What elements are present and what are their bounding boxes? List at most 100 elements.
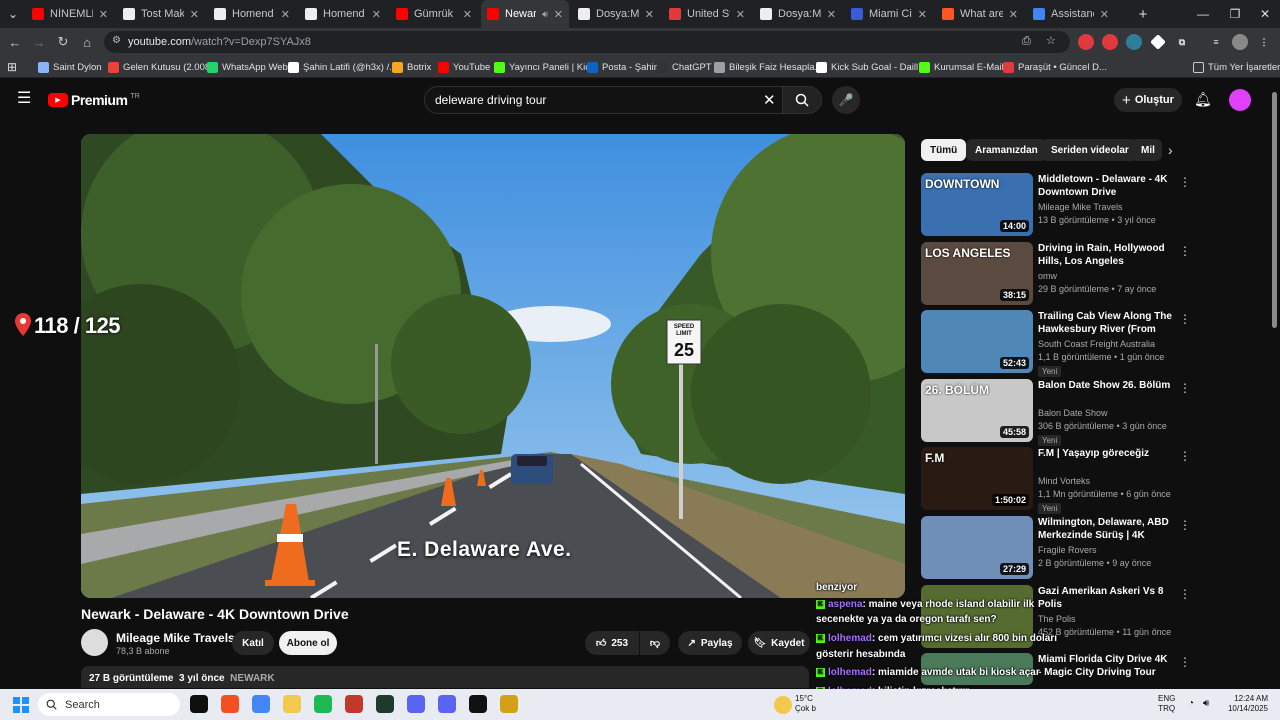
- tab-close-icon[interactable]: ✕: [190, 8, 199, 21]
- taskbar-app-icon[interactable]: [376, 695, 394, 713]
- all-bookmarks-folder[interactable]: Tüm Yer İşaretleri: [1193, 59, 1280, 75]
- tab-close-icon[interactable]: ✕: [463, 8, 472, 21]
- taskbar-app-icon[interactable]: [500, 695, 518, 713]
- voice-search-button[interactable]: 🎤: [832, 86, 860, 114]
- tab-close-icon[interactable]: ✕: [281, 8, 290, 21]
- tab-close-icon[interactable]: ✕: [372, 8, 381, 21]
- video-thumbnail[interactable]: LOS ANGELES 38:15: [921, 241, 1033, 305]
- dislike-button[interactable]: 👎︎: [640, 631, 670, 655]
- bookmark-item[interactable]: ChatGPT: [657, 59, 712, 75]
- taskbar-app-icon[interactable]: [469, 695, 487, 713]
- video-thumbnail[interactable]: DOWNTOWN 14:00: [921, 173, 1033, 236]
- browser-tab[interactable]: Homend Toa ✕: [208, 0, 296, 28]
- video-thumbnail[interactable]: F.M 1:50:02: [921, 447, 1033, 511]
- bookmark-item[interactable]: WhatsApp Web: [207, 59, 288, 75]
- youtube-logo[interactable]: ▶ Premium TR: [48, 92, 140, 108]
- more-options-icon[interactable]: ⋮: [1179, 518, 1191, 532]
- taskbar-app-icon[interactable]: [283, 695, 301, 713]
- more-options-icon[interactable]: ⋮: [1179, 655, 1191, 669]
- filter-chip[interactable]: Mil: [1132, 139, 1162, 161]
- channel-avatar[interactable]: [81, 629, 108, 656]
- bookmark-item[interactable]: Posta - Şahin: [587, 59, 659, 75]
- bookmark-item[interactable]: Yayıncı Paneli | Kick: [494, 59, 595, 75]
- bookmark-item[interactable]: Bileşik Faiz Hesapla...: [714, 59, 822, 75]
- search-input[interactable]: deleware driving tour ✕: [424, 86, 784, 114]
- home-icon[interactable]: ⌂: [78, 33, 96, 51]
- tab-close-icon[interactable]: ✕: [99, 8, 108, 21]
- taskbar-app-icon[interactable]: [438, 695, 456, 713]
- bookmark-item[interactable]: Kurumsal E-Mail: [919, 59, 1004, 75]
- minimize-icon[interactable]: —: [1186, 0, 1220, 28]
- taskbar-app-icon[interactable]: [345, 695, 363, 713]
- taskbar-app-icon[interactable]: [252, 695, 270, 713]
- reload-icon[interactable]: ↻: [54, 33, 72, 51]
- browser-menu-icon[interactable]: ⋮: [1256, 34, 1272, 50]
- profile-avatar[interactable]: [1232, 34, 1248, 50]
- more-options-icon[interactable]: ⋮: [1179, 312, 1191, 326]
- taskbar-app-icon[interactable]: [190, 695, 208, 713]
- search-button[interactable]: [782, 86, 822, 114]
- video-thumbnail[interactable]: 26. BÖLÜM 45:58: [921, 378, 1033, 442]
- install-app-icon[interactable]: ⎙: [1022, 35, 1031, 48]
- tab-close-icon[interactable]: ✕: [645, 8, 654, 21]
- filter-chip[interactable]: Aramanızdan: [966, 139, 1047, 161]
- forward-icon[interactable]: →: [30, 33, 48, 51]
- tab-close-icon[interactable]: ✕: [1009, 8, 1018, 21]
- recommended-video[interactable]: 26. BÖLÜM 45:58 Balon Date Show 26. Bölüm B…: [921, 378, 1191, 446]
- maximize-icon[interactable]: ❐: [1218, 0, 1252, 28]
- apps-grid-icon[interactable]: ⊞: [7, 59, 17, 75]
- weather-icon[interactable]: [774, 696, 792, 714]
- clear-search-icon[interactable]: ✕: [763, 91, 776, 109]
- tab-close-icon[interactable]: ✕: [736, 8, 745, 21]
- browser-tab[interactable]: Homend Toa ✕: [299, 0, 387, 28]
- filter-chip[interactable]: Tümü: [921, 139, 967, 161]
- description-box[interactable]: 27 B görüntüleme 3 yıl önce NEWARK: [81, 666, 809, 688]
- video-thumbnail[interactable]: 27:29: [921, 516, 1033, 579]
- bookmark-item[interactable]: Gelen Kutusu (2.008...: [108, 59, 218, 75]
- tab-audio-icon[interactable]: 🔊︎: [542, 9, 548, 20]
- taskbar-app-icon[interactable]: [314, 695, 332, 713]
- close-window-icon[interactable]: ✕: [1248, 0, 1280, 28]
- browser-tab[interactable]: Tost Makine ✕: [117, 0, 205, 28]
- extensions-puzzle-icon[interactable]: ⧉: [1174, 34, 1190, 50]
- taskbar-search[interactable]: Search: [38, 693, 180, 716]
- extension-icon[interactable]: [1126, 34, 1142, 50]
- browser-tab[interactable]: United State ✕: [663, 0, 751, 28]
- language-indicator[interactable]: ENG TRQ: [1158, 694, 1175, 714]
- more-options-icon[interactable]: ⋮: [1179, 449, 1191, 463]
- tab-close-icon[interactable]: ✕: [827, 8, 836, 21]
- extension-icon[interactable]: [1102, 34, 1118, 50]
- more-options-icon[interactable]: ⋮: [1179, 587, 1191, 601]
- clock[interactable]: 12:24 AM 10/14/2025: [1224, 694, 1268, 714]
- hamburger-menu-icon[interactable]: ☰: [17, 91, 31, 107]
- browser-tab[interactable]: Newark 🔊︎ ✕: [481, 0, 569, 28]
- recommended-video[interactable]: 27:29 Wilmington, Delaware, ABD Merkezind…: [921, 516, 1191, 580]
- tab-search-chevron-icon[interactable]: ⌄: [0, 0, 26, 28]
- create-button[interactable]: + Oluştur: [1114, 88, 1182, 112]
- hashtag[interactable]: NEWARK: [230, 673, 274, 684]
- page-scrollbar[interactable]: [1272, 92, 1277, 328]
- recommended-video[interactable]: LOS ANGELES 38:15 Driving in Rain, Hollywo…: [921, 241, 1191, 306]
- tab-close-icon[interactable]: ✕: [918, 8, 927, 21]
- more-options-icon[interactable]: ⋮: [1179, 381, 1191, 395]
- bookmark-item[interactable]: Kick Sub Goal - Daill...: [816, 59, 926, 75]
- extension-icon[interactable]: [1150, 34, 1166, 50]
- video-player[interactable]: SPEED LIMIT 25 E. Delaware Ave.: [81, 134, 905, 598]
- share-button[interactable]: ↗ Paylaş: [678, 631, 742, 655]
- browser-tab[interactable]: Gümrük Mu ✕: [390, 0, 478, 28]
- join-button[interactable]: Katıl: [232, 631, 274, 655]
- back-icon[interactable]: ←: [6, 33, 24, 51]
- bookmark-item[interactable]: Şahin Latifi (@h3x) /...: [288, 59, 397, 75]
- save-button[interactable]: 🔖︎ Kaydet: [748, 631, 810, 655]
- notifications-bell-icon[interactable]: 🔔︎: [1194, 91, 1212, 108]
- recommended-video[interactable]: 52:43 Trailing Cab View Along The Hawkesb…: [921, 310, 1191, 378]
- taskbar-app-icon[interactable]: [221, 695, 239, 713]
- bookmark-item[interactable]: Botrix: [392, 59, 431, 75]
- bookmark-star-icon[interactable]: ☆: [1046, 34, 1056, 47]
- bookmark-item[interactable]: Paraşüt • Güncel D...: [1003, 59, 1107, 75]
- network-icon[interactable]: ◔: [1188, 698, 1194, 709]
- filter-chip[interactable]: Seriden videolar: [1042, 139, 1138, 161]
- browser-tab[interactable]: Miami Citize ✕: [845, 0, 933, 28]
- recommended-video[interactable]: F.M 1:50:02 F.M | Yaşayıp göreceğiz Mind Vo…: [921, 447, 1191, 515]
- new-tab-button[interactable]: +: [1128, 0, 1158, 28]
